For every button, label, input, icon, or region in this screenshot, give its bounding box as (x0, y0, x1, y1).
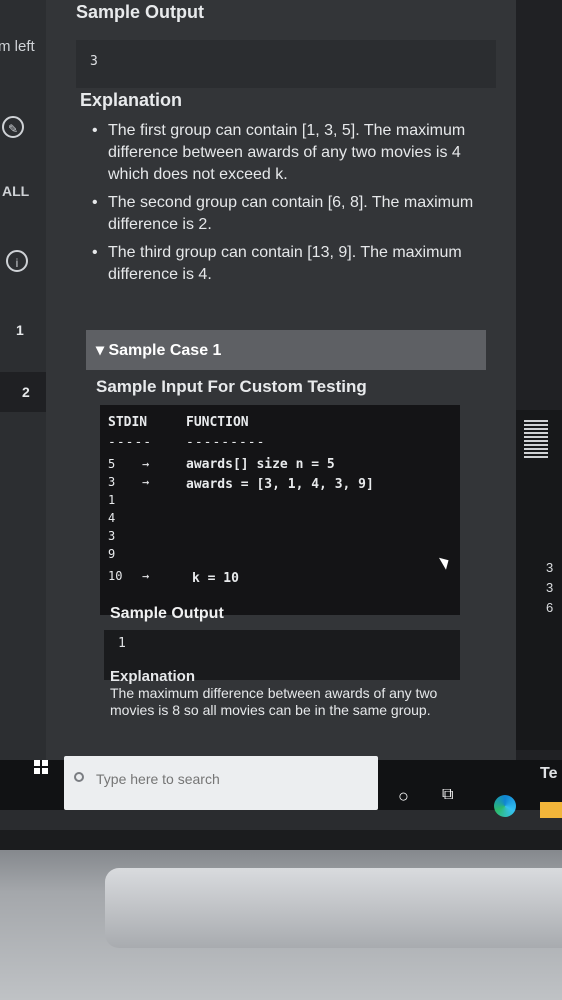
info-icon[interactable]: i (6, 250, 28, 272)
stdin-box: STDIN FUNCTION ----- --------- 5 3 1 4 3… (100, 405, 460, 615)
cortana-icon[interactable]: ○ (398, 786, 409, 807)
sample-case-title: ▾ Sample Case 1 (96, 342, 222, 359)
function-line: awards = [3, 1, 4, 3, 9] (186, 477, 374, 492)
stdin-line: 10 (108, 569, 123, 583)
question-1-link[interactable]: 1 (16, 322, 24, 338)
stdin-dashes: ----- (108, 435, 153, 450)
sample-output-value-2: 1 (118, 636, 126, 651)
edit-icon[interactable]: ✎ (2, 116, 24, 138)
nav-all[interactable]: ALL (2, 183, 29, 199)
sample-output-value: 3 (90, 54, 98, 69)
resize-handle[interactable] (524, 420, 548, 460)
sample-output-heading: Sample Output (76, 2, 205, 22)
explanation-heading-2: Explanation (110, 668, 196, 685)
sample-output-box: 3 (76, 40, 496, 88)
list-item: The first group can contain [1, 3, 5]. T… (92, 120, 488, 186)
function-dashes: --------- (186, 435, 266, 450)
stdin-line: 4 (108, 511, 116, 525)
stdin-line: 3 (108, 475, 116, 489)
question-2-link[interactable]: 2 (0, 372, 50, 412)
search-icon (74, 772, 84, 782)
search-input[interactable] (94, 770, 358, 788)
task-view-icon[interactable]: ⧉ (442, 786, 453, 804)
function-line: awards[] size n = 5 (186, 457, 335, 472)
sample-output-heading-2: Sample Output (110, 605, 224, 622)
arrow-icon: → (142, 475, 150, 489)
editor-panel: 3 3 6 (516, 0, 562, 760)
stdin-line: 9 (108, 547, 116, 561)
arrow-icon: → (142, 569, 150, 583)
function-line: k = 10 (192, 571, 239, 586)
list-item: The third group can contain [13, 9]. The… (92, 242, 488, 286)
taskbar-search[interactable] (64, 756, 378, 810)
sample-case-toggle[interactable]: ▾ Sample Case 1 (86, 330, 486, 370)
explanation-heading: Explanation (80, 90, 183, 110)
explanation-text-2: The maximum difference between awards of… (110, 685, 438, 718)
stdin-line: 1 (108, 493, 116, 507)
laptop-hinge (105, 868, 562, 948)
editor-fragment: 3 (546, 580, 554, 595)
list-item: The second group can contain [6, 8]. The… (92, 192, 488, 236)
custom-input-heading: Sample Input For Custom Testing (96, 377, 367, 396)
editor-area (516, 410, 562, 750)
editor-fragment: 6 (546, 600, 554, 615)
function-header: FUNCTION (186, 415, 249, 430)
windows-start-icon[interactable] (34, 760, 48, 774)
editor-fragment: 3 (546, 560, 554, 575)
te-label: Te (540, 765, 558, 782)
time-left-label: m left (0, 38, 35, 55)
stdin-header: STDIN (108, 415, 148, 430)
explanation-list: The first group can contain [1, 3, 5]. T… (92, 120, 488, 292)
explanation-block-2: Explanation The maximum difference betwe… (110, 668, 450, 719)
file-explorer-icon[interactable] (540, 802, 562, 818)
edge-browser-icon[interactable] (494, 795, 516, 817)
problem-content: Sample Output 3 Explanation The first gr… (46, 0, 541, 780)
stdin-line: 3 (108, 529, 116, 543)
arrow-icon: → (142, 457, 150, 471)
screen: m left ✎ ALL i 1 2 Sample Output 3 Expla… (0, 0, 562, 830)
stdin-line: 5 (108, 457, 116, 471)
left-nav: m left ✎ ALL i 1 2 (0, 0, 50, 760)
